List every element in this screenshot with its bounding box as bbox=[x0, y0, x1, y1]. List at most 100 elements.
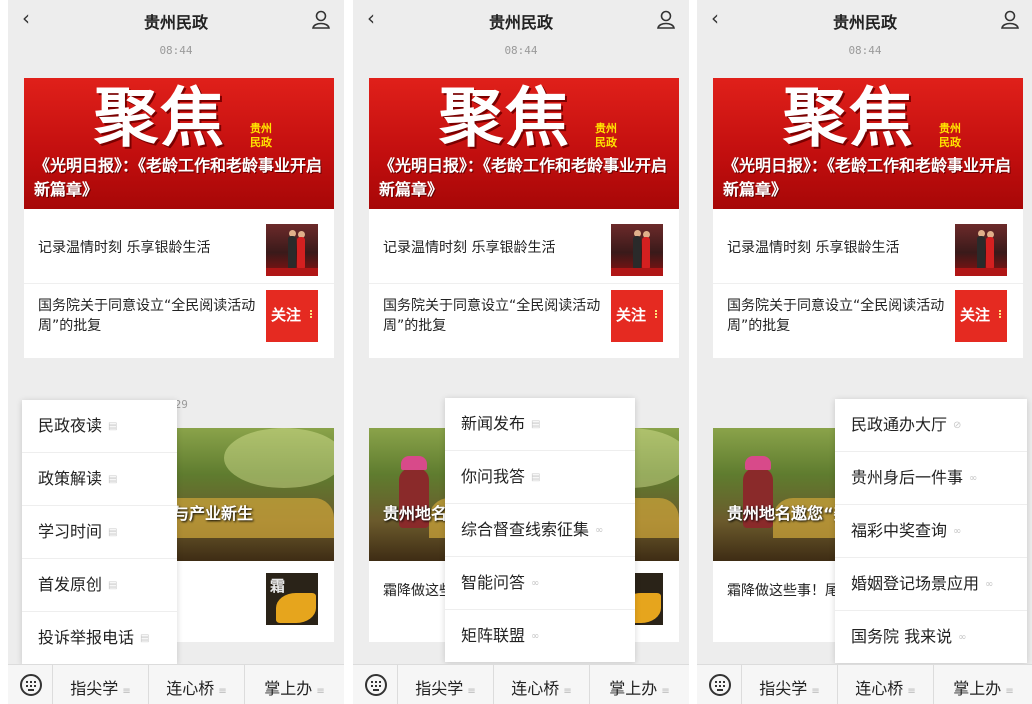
menu-item-zhineng-wenda[interactable]: 智能问答 ∞ bbox=[445, 557, 635, 610]
user-profile-icon[interactable] bbox=[999, 8, 1021, 30]
menu-mark-icon: ≡ bbox=[1005, 686, 1014, 697]
news-card[interactable]: 聚焦 贵州民政 《光明日报》：《老龄工作和老龄事业开启新篇章》 记录温情时刻 乐… bbox=[24, 78, 334, 358]
user-profile-icon[interactable] bbox=[310, 8, 332, 30]
news-row-title: 国务院关于同意设立“全民阅读活动周”的批复 bbox=[727, 298, 945, 334]
keyboard-icon[interactable] bbox=[709, 674, 731, 696]
menu-item-tousu-jubao[interactable]: 投诉举报电话 ▤ bbox=[22, 612, 177, 665]
tab-lianxinqiao[interactable]: 连心桥 ≡ bbox=[148, 665, 244, 704]
phone-screen-2: ‹ 贵州民政 08:44 聚焦 贵州民政 《光明日报》：《老龄工作和老龄事业开启… bbox=[353, 0, 689, 704]
banner-small-title: 贵州民政 bbox=[250, 122, 272, 149]
menu-item-label: 矩阵联盟 bbox=[461, 626, 526, 645]
banner-big-title: 聚焦 bbox=[94, 81, 226, 156]
menu-mark-icon: ▤ bbox=[140, 633, 150, 644]
news-thumbnail bbox=[611, 224, 663, 276]
message-timestamp: 08:44 bbox=[159, 44, 193, 57]
menu-mark-icon: ▤ bbox=[108, 580, 118, 591]
link-icon: ∞ bbox=[531, 578, 540, 589]
tab-label: 指尖学 bbox=[415, 679, 464, 698]
news-row[interactable]: 记录温情时刻 乐享银龄生活 bbox=[713, 218, 1023, 284]
tab-zhangshangban[interactable]: 掌上办 ≡ bbox=[933, 665, 1032, 704]
banner-big-title: 聚焦 bbox=[439, 81, 571, 156]
menu-mark-icon: ≡ bbox=[907, 686, 916, 697]
news-row[interactable]: 记录温情时刻 乐享银龄生活 bbox=[369, 218, 679, 284]
tab-zhijianxue[interactable]: 指尖学 ≡ bbox=[741, 665, 837, 704]
tab-zhijianxue[interactable]: 指尖学 ≡ bbox=[397, 665, 493, 704]
news-banner[interactable]: 聚焦 贵州民政 《光明日报》：《老龄工作和老龄事业开启新篇章》 bbox=[369, 78, 679, 209]
menu-item-label: 学习时间 bbox=[38, 522, 103, 541]
submenu-popup: 民政夜读 ▤ 政策解读 ▤ 学习时间 ▤ 首发原创 ▤ 投诉举报电话 ▤ bbox=[22, 400, 177, 664]
link-icon: ∞ bbox=[953, 526, 962, 537]
news-row[interactable]: 国务院关于同意设立“全民阅读活动周”的批复 关注 bbox=[369, 284, 679, 350]
keyboard-icon[interactable] bbox=[20, 674, 42, 696]
news-row[interactable]: 国务院关于同意设立“全民阅读活动周”的批复 关注 bbox=[713, 284, 1023, 350]
link-icon: ∞ bbox=[985, 579, 994, 590]
banner-headline: 《光明日报》：《老龄工作和老龄事业开启新篇章》 bbox=[379, 156, 668, 199]
menu-item-minzheng-yedu[interactable]: 民政夜读 ▤ bbox=[22, 400, 177, 453]
menu-item-fucai-chaxun[interactable]: 福彩中奖查询 ∞ bbox=[835, 505, 1027, 558]
menu-item-label: 综合督查线索征集 bbox=[461, 520, 590, 539]
menu-mark-icon: ≡ bbox=[218, 686, 227, 697]
tab-label: 掌上办 bbox=[609, 679, 658, 698]
tab-zhangshangban[interactable]: 掌上办 ≡ bbox=[589, 665, 689, 704]
menu-item-shenhou-yijianshi[interactable]: 贵州身后一件事 ∞ bbox=[835, 452, 1027, 505]
menu-item-label: 国务院 我来说 bbox=[851, 627, 953, 646]
news-card[interactable]: 聚焦 贵州民政 《光明日报》：《老龄工作和老龄事业开启新篇章》 记录温情时刻 乐… bbox=[713, 78, 1023, 358]
menu-item-xinwen-fabu[interactable]: 新闻发布 ▤ bbox=[445, 398, 635, 451]
tab-label: 连心桥 bbox=[511, 679, 560, 698]
phone-screen-3: ‹ 贵州民政 08:44 聚焦 贵州民政 《光明日报》：《老龄工作和老龄事业开启… bbox=[697, 0, 1032, 704]
news-row-title: 国务院关于同意设立“全民阅读活动周”的批复 bbox=[383, 298, 601, 334]
submenu-popup: 新闻发布 ▤ 你问我答 ▤ 综合督查线索征集 ∞ 智能问答 ∞ 矩阵联盟 ∞ bbox=[445, 398, 635, 662]
banner-small-title: 贵州民政 bbox=[595, 122, 617, 149]
news-thumbnail bbox=[266, 224, 318, 276]
message-timestamp: 08:44 bbox=[504, 44, 538, 57]
news-card[interactable]: 聚焦 贵州民政 《光明日报》：《老龄工作和老龄事业开启新篇章》 记录温情时刻 乐… bbox=[369, 78, 679, 358]
tab-lianxinqiao[interactable]: 连心桥 ≡ bbox=[493, 665, 589, 704]
page-title: 贵州民政 bbox=[488, 13, 553, 32]
follow-thumbnail: 关注 bbox=[955, 290, 1007, 342]
news-row[interactable]: 国务院关于同意设立“全民阅读活动周”的批复 关注 bbox=[24, 284, 334, 350]
tab-zhangshangban[interactable]: 掌上办 ≡ bbox=[244, 665, 344, 704]
menu-item-xuexi-shijian[interactable]: 学习时间 ▤ bbox=[22, 506, 177, 559]
tab-lianxinqiao[interactable]: 连心桥 ≡ bbox=[837, 665, 933, 704]
menu-item-zonghe-ducha[interactable]: 综合督查线索征集 ∞ bbox=[445, 504, 635, 557]
menu-mark-icon: ▤ bbox=[531, 472, 541, 483]
menu-item-label: 贵州身后一件事 bbox=[851, 468, 964, 487]
tab-label: 指尖学 bbox=[70, 679, 119, 698]
menu-item-niwen-woda[interactable]: 你问我答 ▤ bbox=[445, 451, 635, 504]
menu-item-label: 民政通办大厅 bbox=[851, 415, 948, 434]
menu-item-guowuyuan-wolaishuo[interactable]: 国务院 我来说 ∞ bbox=[835, 611, 1027, 664]
news-thumbnail bbox=[955, 224, 1007, 276]
news-row[interactable]: 记录温情时刻 乐享银龄生活 bbox=[24, 218, 334, 284]
menu-item-label: 政策解读 bbox=[38, 469, 103, 488]
follow-thumbnail: 关注 bbox=[611, 290, 663, 342]
banner-headline: 《光明日报》：《老龄工作和老龄事业开启新篇章》 bbox=[723, 156, 1012, 199]
menu-mark-icon: ▤ bbox=[108, 474, 118, 485]
menu-mark-icon: ≡ bbox=[661, 686, 670, 697]
menu-mark-icon: ▤ bbox=[108, 421, 118, 432]
news-row-title: 记录温情时刻 乐享银龄生活 bbox=[38, 240, 211, 256]
follow-label: 关注 bbox=[960, 306, 991, 324]
tab-zhijianxue[interactable]: 指尖学 ≡ bbox=[52, 665, 148, 704]
link-icon: ∞ bbox=[595, 525, 604, 536]
news-banner[interactable]: 聚焦 贵州民政 《光明日报》：《老龄工作和老龄事业开启新篇章》 bbox=[713, 78, 1023, 209]
menu-item-label: 你问我答 bbox=[461, 467, 526, 486]
menu-item-tongban-dating[interactable]: 民政通办大厅 ⊘ bbox=[835, 399, 1027, 452]
menu-mark-icon: ≡ bbox=[811, 686, 820, 697]
menu-item-zhengce-jiedu[interactable]: 政策解读 ▤ bbox=[22, 453, 177, 506]
user-profile-icon[interactable] bbox=[655, 8, 677, 30]
menu-mark-icon: ≡ bbox=[122, 686, 131, 697]
tab-label: 掌上办 bbox=[264, 679, 313, 698]
menu-mark-icon: ▤ bbox=[108, 527, 118, 538]
menu-item-juzhen-lianmeng[interactable]: 矩阵联盟 ∞ bbox=[445, 610, 635, 663]
link-icon: ∞ bbox=[969, 473, 978, 484]
menu-item-hunyin-dengji[interactable]: 婚姻登记场景应用 ∞ bbox=[835, 558, 1027, 611]
follow-label: 关注 bbox=[271, 306, 302, 324]
keyboard-icon[interactable] bbox=[365, 674, 387, 696]
menu-item-label: 婚姻登记场景应用 bbox=[851, 574, 980, 593]
page-title: 贵州民政 bbox=[832, 13, 897, 32]
news-row-title: 国务院关于同意设立“全民阅读活动周”的批复 bbox=[38, 298, 256, 334]
news-banner[interactable]: 聚焦 贵州民政 《光明日报》：《老龄工作和老龄事业开启新篇章》 bbox=[24, 78, 334, 209]
phone-screen-1: ‹ 贵州民政 08:44 聚焦 贵州民政 《光明日报》：《老龄工作和老龄事业开启… bbox=[8, 0, 344, 704]
menu-item-label: 智能问答 bbox=[461, 573, 526, 592]
menu-item-shoufa-yuanchuang[interactable]: 首发原创 ▤ bbox=[22, 559, 177, 612]
